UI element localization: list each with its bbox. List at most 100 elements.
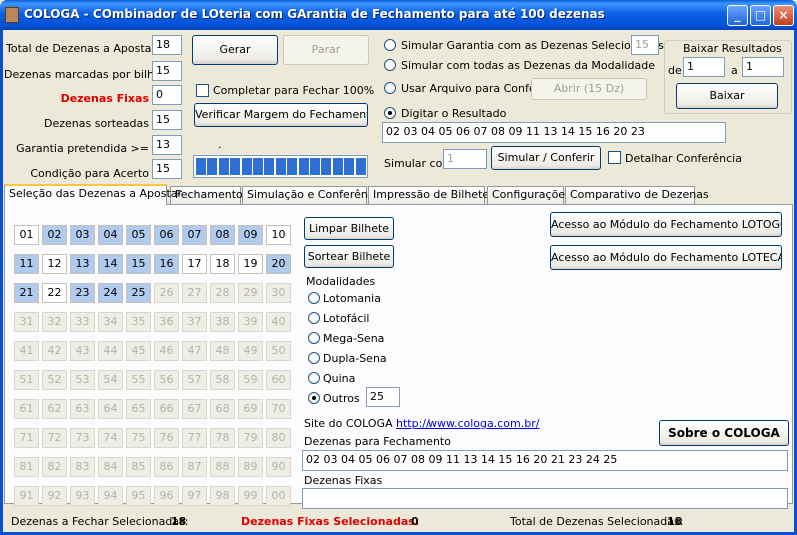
guarantee-input[interactable]: 13 <box>152 135 182 155</box>
number-cell-26[interactable]: 26 <box>154 283 179 303</box>
clear-button[interactable]: Limpar Bilhete <box>304 217 394 240</box>
number-cell-38[interactable]: 38 <box>210 312 235 332</box>
number-cell-87[interactable]: 87 <box>182 457 207 477</box>
number-cell-39[interactable]: 39 <box>238 312 263 332</box>
number-cell-80[interactable]: 80 <box>266 428 291 448</box>
number-cell-52[interactable]: 52 <box>42 370 67 390</box>
number-cell-35[interactable]: 35 <box>126 312 151 332</box>
number-cell-56[interactable]: 56 <box>154 370 179 390</box>
number-cell-04[interactable]: 04 <box>98 225 123 245</box>
number-cell-72[interactable]: 72 <box>42 428 67 448</box>
number-cell-18[interactable]: 18 <box>210 254 235 274</box>
number-cell-15[interactable]: 15 <box>126 254 151 274</box>
number-cell-89[interactable]: 89 <box>238 457 263 477</box>
minimize-button[interactable]: _ <box>727 5 748 26</box>
number-cell-94[interactable]: 94 <box>98 486 123 506</box>
number-cell-76[interactable]: 76 <box>154 428 179 448</box>
radio-type-result[interactable] <box>384 107 396 119</box>
number-cell-75[interactable]: 75 <box>126 428 151 448</box>
number-cell-68[interactable]: 68 <box>210 399 235 419</box>
number-cell-28[interactable]: 28 <box>210 283 235 303</box>
download-to-input[interactable]: 1 <box>742 57 784 77</box>
maximize-button[interactable]: □ <box>750 5 771 26</box>
tab-simulation[interactable]: Simulação e Conferência <box>242 186 384 204</box>
radio-modality-4[interactable] <box>308 372 320 384</box>
number-cell-42[interactable]: 42 <box>42 341 67 361</box>
stop-button[interactable]: Parar <box>283 35 369 65</box>
radio-modality-2[interactable] <box>308 332 320 344</box>
simulate-button[interactable]: Simular / Conferir <box>491 146 601 170</box>
number-cell-20[interactable]: 20 <box>266 254 291 274</box>
number-cell-96[interactable]: 96 <box>154 486 179 506</box>
radio-simulate-selected[interactable] <box>384 39 396 51</box>
number-cell-03[interactable]: 03 <box>70 225 95 245</box>
number-cell-64[interactable]: 64 <box>98 399 123 419</box>
number-cell-48[interactable]: 48 <box>210 341 235 361</box>
number-cell-01[interactable]: 01 <box>14 225 39 245</box>
number-cell-07[interactable]: 07 <box>182 225 207 245</box>
number-cell-37[interactable]: 37 <box>182 312 207 332</box>
number-cell-65[interactable]: 65 <box>126 399 151 419</box>
number-cell-43[interactable]: 43 <box>70 341 95 361</box>
number-cell-77[interactable]: 77 <box>182 428 207 448</box>
number-cell-16[interactable]: 16 <box>154 254 179 274</box>
number-cell-11[interactable]: 11 <box>14 254 39 274</box>
number-cell-14[interactable]: 14 <box>98 254 123 274</box>
number-cell-91[interactable]: 91 <box>14 486 39 506</box>
number-cell-32[interactable]: 32 <box>42 312 67 332</box>
check-margin-button[interactable]: Verificar Margem do Fechamento <box>194 103 368 127</box>
number-cell-61[interactable]: 61 <box>14 399 39 419</box>
number-cell-10[interactable]: 10 <box>266 225 291 245</box>
complete-checkbox[interactable] <box>196 84 209 97</box>
number-cell-97[interactable]: 97 <box>182 486 207 506</box>
download-from-input[interactable]: 1 <box>683 57 725 77</box>
number-cell-30[interactable]: 30 <box>266 283 291 303</box>
radio-modality-0[interactable] <box>308 292 320 304</box>
simulate-selected-input[interactable]: 15 <box>631 35 659 55</box>
number-cell-46[interactable]: 46 <box>154 341 179 361</box>
number-cell-12[interactable]: 12 <box>42 254 67 274</box>
number-cell-90[interactable]: 90 <box>266 457 291 477</box>
number-cell-57[interactable]: 57 <box>182 370 207 390</box>
number-cell-93[interactable]: 93 <box>70 486 95 506</box>
simulate-with-input[interactable]: 1 <box>443 149 487 169</box>
number-cell-59[interactable]: 59 <box>238 370 263 390</box>
number-cell-05[interactable]: 05 <box>126 225 151 245</box>
radio-use-file[interactable] <box>384 82 396 94</box>
fixed-input[interactable]: 0 <box>152 85 182 105</box>
number-cell-36[interactable]: 36 <box>154 312 179 332</box>
number-cell-73[interactable]: 73 <box>70 428 95 448</box>
number-cell-67[interactable]: 67 <box>182 399 207 419</box>
number-cell-88[interactable]: 88 <box>210 457 235 477</box>
number-cell-40[interactable]: 40 <box>266 312 291 332</box>
radio-modality-5[interactable] <box>308 392 320 404</box>
number-cell-99[interactable]: 99 <box>238 486 263 506</box>
number-cell-41[interactable]: 41 <box>14 341 39 361</box>
number-cell-51[interactable]: 51 <box>14 370 39 390</box>
number-cell-24[interactable]: 24 <box>98 283 123 303</box>
number-cell-83[interactable]: 83 <box>70 457 95 477</box>
number-cell-66[interactable]: 66 <box>154 399 179 419</box>
number-cell-55[interactable]: 55 <box>126 370 151 390</box>
number-cell-44[interactable]: 44 <box>98 341 123 361</box>
number-cell-70[interactable]: 70 <box>266 399 291 419</box>
number-cell-21[interactable]: 21 <box>14 283 39 303</box>
drawn-input[interactable]: 15 <box>152 110 182 130</box>
number-cell-95[interactable]: 95 <box>126 486 151 506</box>
result-input[interactable]: 02 03 04 05 06 07 08 09 11 13 14 15 16 2… <box>382 122 726 143</box>
number-cell-84[interactable]: 84 <box>98 457 123 477</box>
number-cell-09[interactable]: 09 <box>238 225 263 245</box>
radio-modality-1[interactable] <box>308 312 320 324</box>
number-cell-02[interactable]: 02 <box>42 225 67 245</box>
generate-button[interactable]: Gerar <box>192 35 278 65</box>
tab-selection[interactable]: Seleção das Dezenas a Apostar <box>4 184 182 205</box>
about-button[interactable]: Sobre o COLOGA <box>659 420 789 446</box>
site-link[interactable]: www.cologa.com.br/ <box>428 417 539 430</box>
number-cell-17[interactable]: 17 <box>182 254 207 274</box>
lotogol-button[interactable]: Acesso ao Módulo do Fechamento LOTOGOL <box>550 212 782 237</box>
number-cell-22[interactable]: 22 <box>42 283 67 303</box>
condition-input[interactable]: 15 <box>152 159 182 179</box>
tab-compare[interactable]: Comparativo de Dezenas <box>565 186 709 204</box>
number-cell-27[interactable]: 27 <box>182 283 207 303</box>
radio-modality-3[interactable] <box>308 352 320 364</box>
